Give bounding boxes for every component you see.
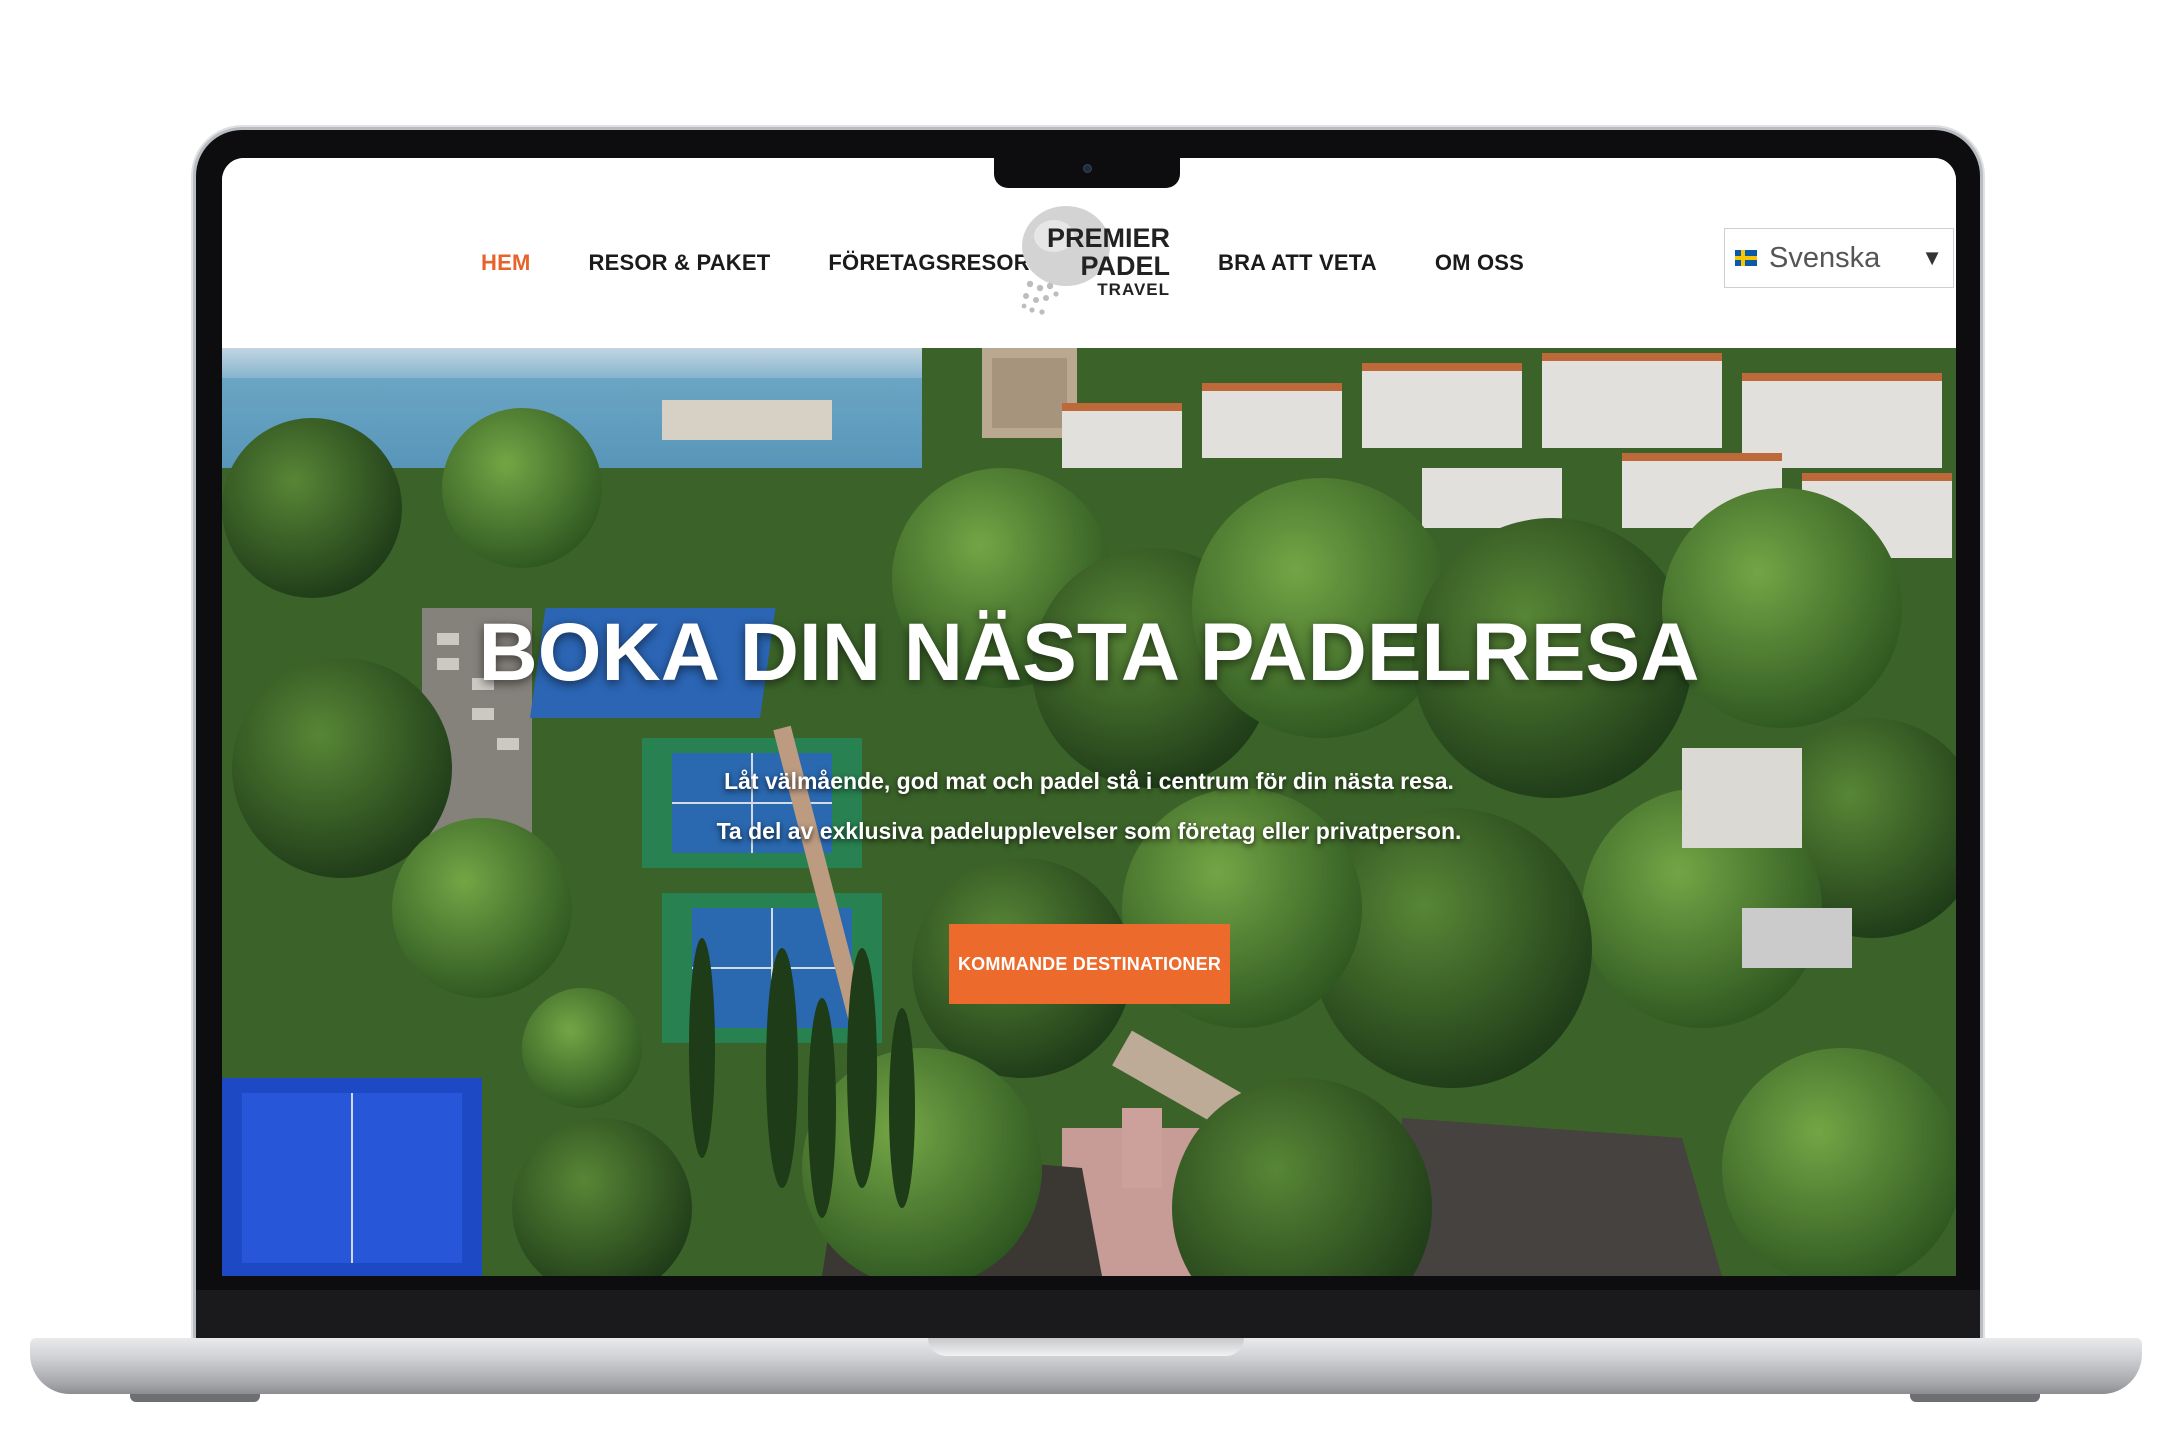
laptop-foot-left: [130, 1394, 260, 1402]
laptop-base-groove: [928, 1338, 1244, 1356]
hero-overlay: [222, 348, 1956, 1276]
hero-section: BOKA DIN NÄSTA PADELRESA Låt välmående, …: [222, 348, 1956, 1276]
laptop-foot-right: [1910, 1394, 2040, 1402]
nav-item-foretagsresor[interactable]: FÖRETAGSRESOR: [828, 250, 1029, 276]
logo-line-travel: TRAVEL: [1097, 280, 1171, 299]
logo-line-premier: PREMIER: [1047, 223, 1171, 253]
laptop-screen: HEM RESOR & PAKET FÖRETAGSRESOR PREMIER …: [222, 158, 1956, 1276]
main-nav-left: HEM RESOR & PAKET FÖRETAGSRESOR: [481, 250, 1030, 276]
camera-notch: [994, 158, 1180, 188]
nav-item-bra-att-veta[interactable]: BRA ATT VETA: [1218, 250, 1377, 276]
hero-subtitle-line-2: Ta del av exklusiva padelupplevelser som…: [716, 818, 1462, 844]
language-selected-label: Svenska: [1769, 241, 1881, 274]
laptop-bottom-bezel: [196, 1290, 1980, 1340]
sweden-flag-icon: [1735, 250, 1757, 266]
main-nav-right: BRA ATT VETA OM OSS: [1218, 250, 1524, 276]
logo-line-padel: PADEL: [1080, 251, 1171, 281]
dropdown-arrow-icon: ▼: [1921, 245, 1943, 270]
language-select[interactable]: Svenska ▼: [1724, 228, 1954, 288]
site-logo[interactable]: PREMIER PADEL TRAVEL: [1014, 202, 1174, 322]
camera-icon: [1083, 164, 1092, 173]
hero-subtitle-line-1: Låt välmående, god mat och padel stå i c…: [724, 768, 1454, 794]
kommande-destinationer-button[interactable]: KOMMANDE DESTINATIONER: [949, 924, 1230, 1004]
hero-title: BOKA DIN NÄSTA PADELRESA: [478, 607, 1700, 698]
nav-item-hem[interactable]: HEM: [481, 250, 531, 276]
nav-item-om-oss[interactable]: OM OSS: [1435, 250, 1524, 276]
logo-wordmark: PREMIER PADEL TRAVEL: [1047, 224, 1170, 300]
nav-item-resor-paket[interactable]: RESOR & PAKET: [589, 250, 771, 276]
